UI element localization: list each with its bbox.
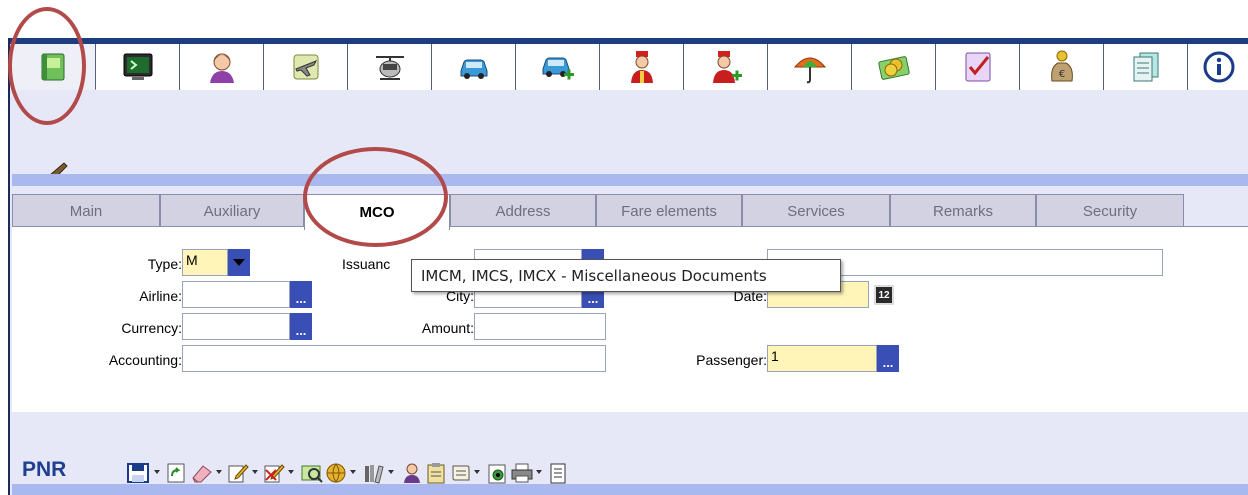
document-stack-icon bbox=[1133, 52, 1158, 82]
notes-icon[interactable] bbox=[546, 462, 570, 484]
type-label: Type: bbox=[147, 256, 182, 272]
tab-fare-elements[interactable]: Fare elements bbox=[596, 194, 742, 227]
car-module-button[interactable] bbox=[432, 44, 516, 90]
info-icon bbox=[1203, 51, 1235, 83]
info-module-button[interactable] bbox=[1188, 44, 1248, 90]
airline-label: Airline: bbox=[139, 288, 182, 304]
tab-remarks[interactable]: Remarks bbox=[890, 194, 1036, 227]
type-select[interactable]: M bbox=[182, 249, 228, 276]
type-dropdown-button[interactable] bbox=[228, 249, 250, 276]
cancel-edit-dropdown-icon[interactable] bbox=[288, 470, 294, 474]
book-icon bbox=[41, 53, 64, 80]
passenger-lookup-button[interactable]: ... bbox=[877, 345, 899, 372]
mco-form: Type: M Airline: ... Currency: ... Accou… bbox=[12, 227, 1248, 412]
currency-input[interactable] bbox=[182, 313, 290, 340]
document-module-button[interactable] bbox=[1104, 44, 1188, 90]
invoice-module-button[interactable]: € bbox=[1020, 44, 1104, 90]
tab-auxiliary[interactable]: Auxiliary bbox=[160, 194, 304, 227]
money-icon bbox=[877, 56, 910, 80]
customer-module-button[interactable] bbox=[180, 44, 264, 90]
type-tooltip: IMCM, IMCS, IMCX - Miscellaneous Documen… bbox=[411, 259, 841, 292]
helicopter-module-button[interactable] bbox=[348, 44, 432, 90]
map-icon[interactable] bbox=[300, 462, 324, 484]
add-hotel-module-button[interactable] bbox=[684, 44, 768, 90]
edit-dropdown-icon[interactable] bbox=[252, 470, 258, 474]
amount-input[interactable] bbox=[474, 313, 606, 340]
print-dropdown-icon[interactable] bbox=[536, 470, 542, 474]
checklist-icon bbox=[965, 52, 990, 82]
airline-lookup-button[interactable]: ... bbox=[290, 281, 312, 308]
save-icon[interactable] bbox=[126, 462, 150, 484]
module-toolbar: € bbox=[12, 44, 1248, 90]
accounting-input[interactable] bbox=[182, 345, 606, 372]
svg-text:€: € bbox=[1058, 69, 1064, 80]
cancel-edit-icon[interactable] bbox=[262, 462, 286, 484]
clipboard-icon[interactable] bbox=[424, 462, 448, 484]
scroll-icon[interactable] bbox=[448, 462, 472, 484]
airplane-icon bbox=[293, 54, 318, 80]
terminal-module-button[interactable] bbox=[96, 44, 180, 90]
scroll-dropdown-icon[interactable] bbox=[474, 470, 480, 474]
tab-address[interactable]: Address bbox=[450, 194, 596, 227]
payment-module-button[interactable] bbox=[852, 44, 936, 90]
bottom-strip bbox=[12, 484, 1248, 495]
eraser-dropdown-icon[interactable] bbox=[216, 470, 222, 474]
currency-lookup-button[interactable]: ... bbox=[290, 313, 312, 340]
bellboy-icon bbox=[630, 51, 653, 83]
passenger-label: Passenger: bbox=[696, 352, 767, 368]
passenger-icon[interactable] bbox=[400, 462, 424, 484]
eraser-icon[interactable] bbox=[190, 462, 214, 484]
car-icon bbox=[460, 59, 487, 79]
hotel-module-button[interactable] bbox=[600, 44, 684, 90]
tab-security[interactable]: Security bbox=[1036, 194, 1184, 227]
print-icon[interactable] bbox=[510, 462, 534, 484]
bellboy-plus-icon bbox=[712, 51, 742, 83]
umbrella-icon bbox=[793, 57, 826, 84]
flight-module-button[interactable] bbox=[264, 44, 348, 90]
globe-icon[interactable] bbox=[324, 462, 348, 484]
edit-icon[interactable] bbox=[226, 462, 250, 484]
pnr-label: PNR bbox=[22, 458, 67, 481]
helicopter-icon bbox=[375, 56, 404, 80]
pnr-tabs: Main Auxiliary MCO Address Fare elements… bbox=[12, 194, 1248, 230]
add-car-module-button[interactable] bbox=[516, 44, 600, 90]
issuance-label: Issuanc bbox=[342, 256, 391, 272]
tab-main[interactable]: Main bbox=[12, 194, 160, 227]
refresh-icon[interactable] bbox=[164, 462, 188, 484]
books-dropdown-icon[interactable] bbox=[388, 470, 394, 474]
pnr-module-button[interactable] bbox=[12, 44, 96, 90]
tab-mco[interactable]: MCO bbox=[304, 194, 450, 230]
car-plus-icon bbox=[542, 57, 574, 80]
queue-module-button[interactable] bbox=[936, 44, 1020, 90]
terminal-icon bbox=[123, 53, 152, 80]
chevron-down-icon bbox=[233, 259, 245, 266]
moneybag-icon: € bbox=[1050, 50, 1073, 82]
save-dropdown-icon[interactable] bbox=[154, 470, 160, 474]
airline-input[interactable] bbox=[182, 281, 290, 308]
section-divider bbox=[12, 174, 1248, 186]
books-icon[interactable] bbox=[362, 462, 386, 484]
accounting-label: Accounting: bbox=[108, 352, 182, 368]
tab-services[interactable]: Services bbox=[742, 194, 890, 227]
amount-label: Amount: bbox=[421, 320, 474, 336]
calendar-icon[interactable]: 12 bbox=[874, 285, 894, 305]
currency-label: Currency: bbox=[121, 320, 182, 336]
insurance-module-button[interactable] bbox=[768, 44, 852, 90]
person-icon bbox=[209, 53, 234, 83]
preview-icon[interactable] bbox=[486, 462, 510, 484]
passenger-input[interactable]: 1 bbox=[767, 345, 877, 372]
pnr-command-bar: PNR bbox=[12, 458, 1248, 495]
globe-dropdown-icon[interactable] bbox=[350, 470, 356, 474]
